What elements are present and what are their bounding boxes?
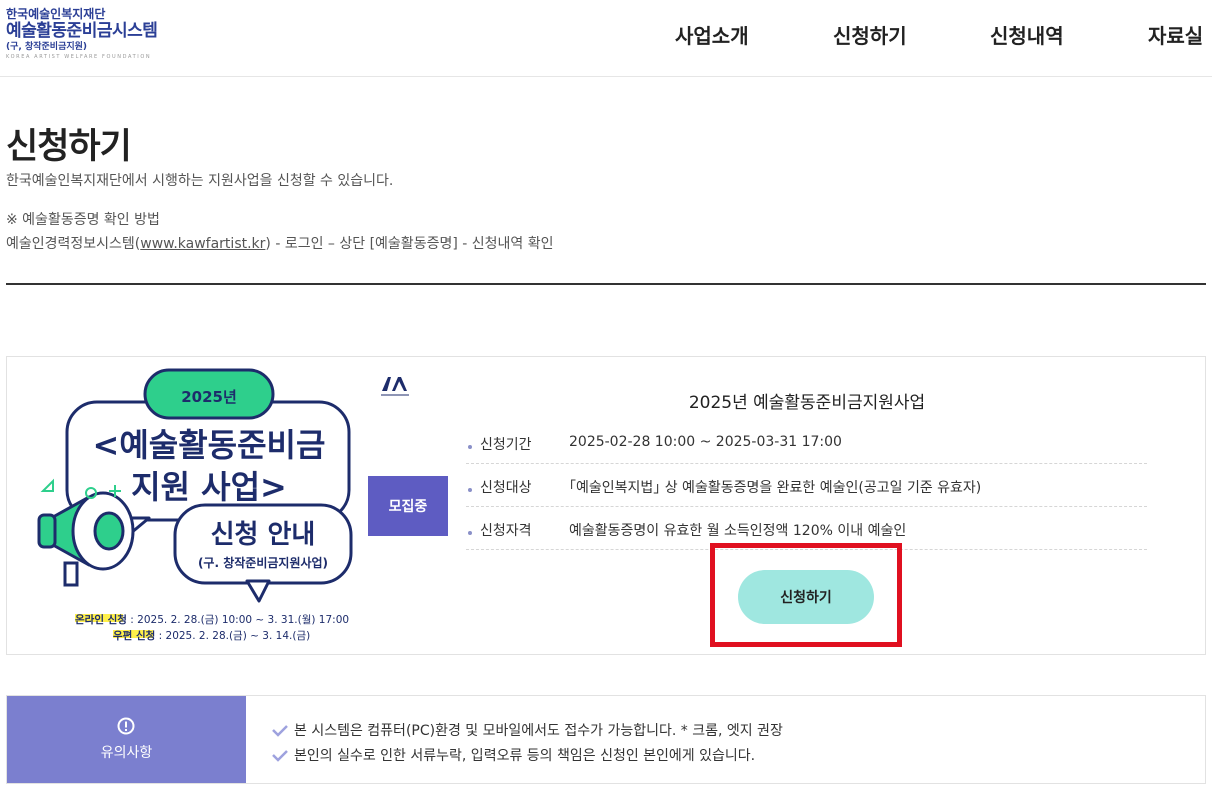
site-header: 한국예술인복지재단 예술활동준비금시스템 (구, 창작준비금지원) KOREA … (0, 0, 1212, 77)
poster-sub-bubble-tail (245, 579, 271, 603)
notice-header: 유의사항 (7, 696, 246, 783)
info-value: 예술활동증명이 유효한 월 소득인정액 120% 이내 예술인 (569, 523, 907, 539)
notice-item-text: 본 시스템은 컴퓨터(PC)환경 및 모바일에서도 접수가 가능합니다. * 크… (294, 723, 783, 739)
note-suffix: ) - 로그인 – 상단 [예술활동증명] - 신청내역 확인 (265, 236, 554, 252)
logo-system-name: 예술활동준비금시스템 (6, 21, 158, 41)
poster-title-line2: 지원 사업> (131, 468, 287, 506)
info-label: 신청자격 (480, 523, 532, 539)
heading-divider (6, 283, 1206, 285)
poster-sub-note: (구. 창작준비금지원사업) (198, 555, 328, 570)
notice-item: 본인의 실수로 인한 서류누락, 입력오류 등의 책임은 신청인 본인에게 있습… (272, 745, 755, 765)
foundation-mark-icon (381, 377, 409, 396)
logo-org-name: 한국예술인복지재단 (6, 7, 106, 21)
exclamation-circle-icon (117, 717, 135, 735)
status-badge: 모집중 (368, 476, 448, 536)
check-icon (272, 750, 288, 762)
poster-triangle-shape (40, 478, 54, 492)
site-logo[interactable]: 한국예술인복지재단 예술활동준비금시스템 (구, 창작준비금지원) KOREA … (6, 7, 186, 62)
nav-item-apply[interactable]: 신청하기 (833, 20, 907, 49)
verification-note-title: ※ 예술활동증명 확인 방법 (6, 212, 160, 228)
bullet-icon (468, 445, 472, 449)
notice-box: 유의사항 본 시스템은 컴퓨터(PC)환경 및 모바일에서도 접수가 가능합니다… (6, 695, 1206, 784)
bullet-icon (468, 531, 472, 535)
megaphone-icon (37, 491, 135, 587)
page-description: 한국예술인복지재단에서 시행하는 지원사업을 신청할 수 있습니다. (6, 173, 394, 189)
nav-item-resources[interactable]: 자료실 (1148, 20, 1203, 49)
note-prefix: 예술인경력정보시스템( (6, 236, 141, 252)
nav-item-history[interactable]: 신청내역 (990, 20, 1064, 49)
poster-subtitle: 신청 안내 (211, 520, 316, 550)
program-card: 2025년 <예술활동준비금 지원 사업> 신청 안내 (구. 창작준비금지원사… (6, 356, 1206, 655)
notice-item: 본 시스템은 컴퓨터(PC)환경 및 모바일에서도 접수가 가능합니다. * 크… (272, 720, 783, 740)
notice-item-text: 본인의 실수로 인한 서류누락, 입력오류 등의 책임은 신청인 본인에게 있습… (294, 748, 756, 764)
check-icon (272, 725, 288, 737)
info-value: ｢예술인복지법｣ 상 예술활동증명을 완료한 예술인(공고일 기준 유효자) (569, 480, 982, 496)
program-poster[interactable]: 2025년 <예술활동준비금 지원 사업> 신청 안내 (구. 창작준비금지원사… (29, 365, 359, 647)
kawfartist-link[interactable]: www.kawfartist.kr (140, 236, 265, 252)
info-label: 신청대상 (480, 480, 532, 496)
notice-label: 유의사항 (100, 745, 153, 761)
page-title: 신청하기 (6, 127, 132, 167)
poster-online-schedule: 온라인 신청 : 2025. 2. 28.(금) 10:00 ~ 3. 31.(… (75, 613, 349, 626)
verification-note-steps: 예술인경력정보시스템(www.kawfartist.kr) - 로그인 – 상단… (6, 233, 553, 253)
info-row-target: 신청대상 ｢예술인복지법｣ 상 예술활동증명을 완료한 예술인(공고일 기준 유… (466, 464, 1147, 507)
poster-title-line1: <예술활동준비금 (93, 426, 326, 464)
nav-item-intro[interactable]: 사업소개 (675, 20, 749, 49)
bullet-icon (468, 488, 472, 492)
logo-former-name: (구, 창작준비금지원) (6, 42, 88, 52)
info-label: 신청기간 (480, 437, 532, 453)
logo-english-name: KOREA ARTIST WELFARE FOUNDATION (6, 54, 152, 60)
program-title: 2025년 예술활동준비금지원사업 (688, 393, 926, 413)
apply-button[interactable]: 신청하기 (738, 570, 874, 624)
poster-mail-schedule: 우편 신청 : 2025. 2. 28.(금) ~ 3. 14.(금) (113, 629, 310, 642)
info-row-period: 신청기간 2025-02-28 10:00 ~ 2025-03-31 17:00 (466, 421, 1147, 464)
poster-year: 2025년 (181, 388, 237, 406)
info-value: 2025-02-28 10:00 ~ 2025-03-31 17:00 (569, 434, 842, 450)
